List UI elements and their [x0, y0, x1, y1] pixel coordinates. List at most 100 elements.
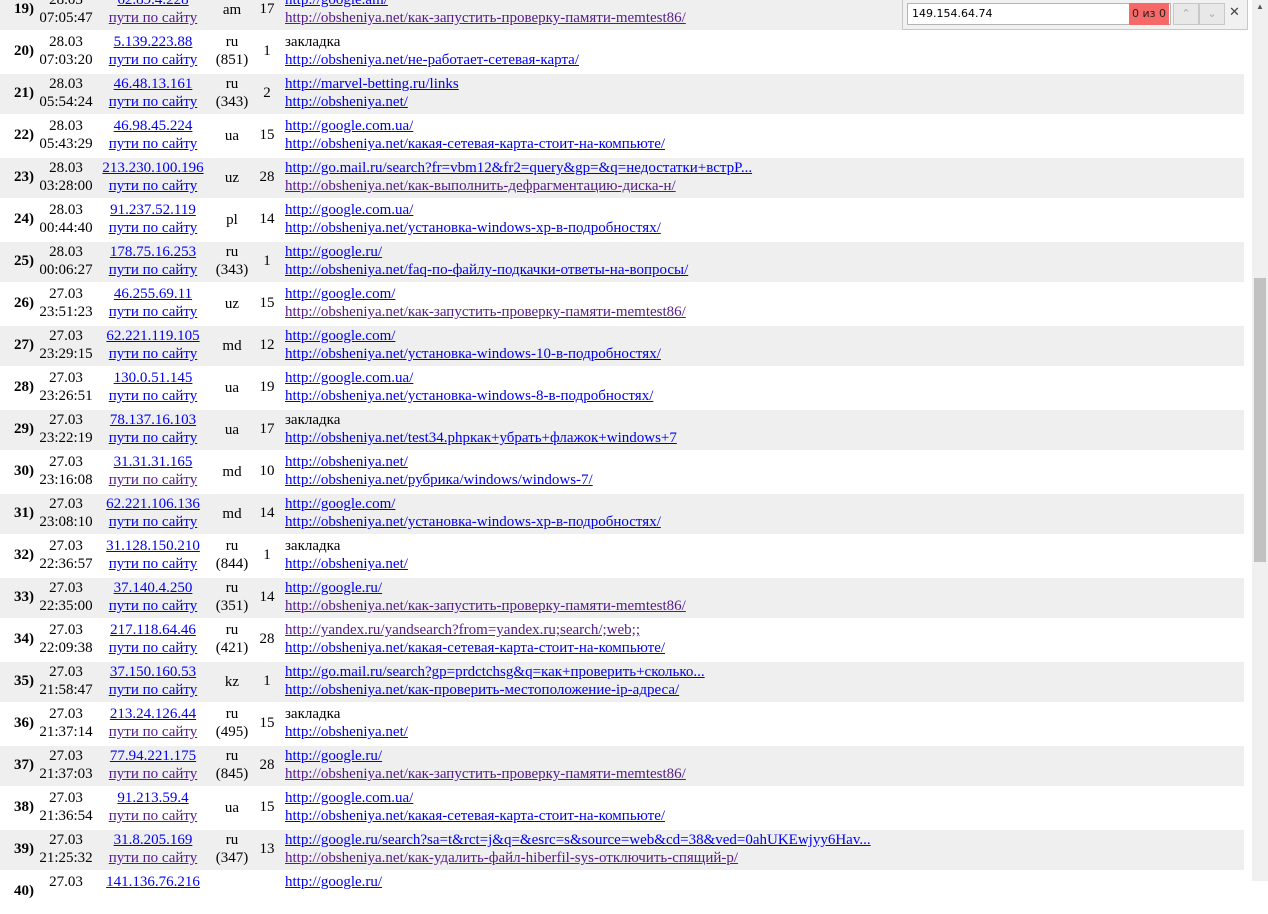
landing-page-link[interactable]: http://obsheniya.net/как-удалить-файл-hi…: [285, 849, 871, 867]
referrer-link[interactable]: http://google.com/: [285, 285, 686, 303]
site-paths-link[interactable]: пути по сайту: [96, 639, 210, 657]
referrer-link[interactable]: http://google.am/: [285, 0, 686, 9]
ip-link[interactable]: 178.75.16.253: [96, 243, 210, 261]
visit-datetime: 27.03 21:37:14: [36, 705, 96, 741]
referrer-link[interactable]: http://google.com/: [285, 327, 661, 345]
country-cell: ua: [212, 127, 252, 145]
ip-link[interactable]: 37.140.4.250: [96, 579, 210, 597]
landing-page-link[interactable]: http://obsheniya.net/установка-windows-1…: [285, 345, 661, 363]
site-paths-link[interactable]: пути по сайту: [96, 177, 210, 195]
ip-link[interactable]: 130.0.51.145: [96, 369, 210, 387]
landing-page-link[interactable]: http://obsheniya.net/: [285, 723, 408, 741]
site-paths-link[interactable]: пути по сайту: [96, 135, 210, 153]
ip-link[interactable]: 213.230.100.196: [96, 159, 210, 177]
landing-page-link[interactable]: http://obsheniya.net/какая-сетевая-карта…: [285, 639, 665, 657]
site-paths-link[interactable]: пути по сайту: [96, 9, 210, 27]
site-paths-link[interactable]: пути по сайту: [96, 387, 210, 405]
referrer-link[interactable]: http://google.com.ua/: [285, 789, 665, 807]
referrer-link[interactable]: http://google.ru/search?sa=t&rct=j&q=&es…: [285, 831, 871, 849]
referrer-link[interactable]: http://google.com/: [285, 495, 661, 513]
visit-time: 23:51:23: [39, 304, 93, 320]
site-paths-link[interactable]: пути по сайту: [96, 219, 210, 237]
referrer-link[interactable]: http://google.ru/: [285, 873, 382, 891]
scroll-up-arrow-icon[interactable]: ▲: [1256, 2, 1264, 11]
site-paths-link[interactable]: пути по сайту: [96, 345, 210, 363]
landing-page-link[interactable]: http://obsheniya.net/как-запустить-прове…: [285, 765, 686, 783]
ip-link[interactable]: 78.137.16.103: [96, 411, 210, 429]
referrer-link[interactable]: http://go.mail.ru/search?fr=vbm12&fr2=qu…: [285, 159, 752, 177]
country-code: ua: [224, 380, 240, 396]
ip-link[interactable]: 141.136.76.216: [96, 873, 210, 891]
vertical-scrollbar[interactable]: ▲: [1252, 0, 1268, 881]
site-paths-link[interactable]: пути по сайту: [96, 51, 210, 69]
ip-link[interactable]: 5.139.223.88: [96, 33, 210, 51]
ip-link[interactable]: 31.8.205.169: [96, 831, 210, 849]
ip-link[interactable]: 37.150.160.53: [96, 663, 210, 681]
ip-link[interactable]: 62.89.4.228: [96, 0, 210, 9]
site-paths-link[interactable]: пути по сайту: [96, 681, 210, 699]
visit-time: 23:26:51: [39, 388, 93, 404]
site-paths-link[interactable]: пути по сайту: [96, 849, 210, 867]
referrer-link[interactable]: http://google.com.ua/: [285, 117, 665, 135]
ip-link[interactable]: 213.24.126.44: [96, 705, 210, 723]
landing-page-link[interactable]: http://obsheniya.net/: [285, 555, 408, 573]
country-code: md: [222, 506, 242, 522]
landing-page-link[interactable]: http://obsheniya.net/как-проверить-место…: [285, 681, 705, 699]
ip-link[interactable]: 91.213.59.4: [96, 789, 210, 807]
landing-page-link[interactable]: http://obsheniya.net/как-выполнить-дефра…: [285, 177, 752, 195]
ip-link[interactable]: 77.94.221.175: [96, 747, 210, 765]
landing-page-link[interactable]: http://obsheniya.net/: [285, 93, 459, 111]
ip-link[interactable]: 31.31.31.165: [96, 453, 210, 471]
ip-link[interactable]: 31.128.150.210: [96, 537, 210, 555]
ip-link[interactable]: 46.255.69.11: [96, 285, 210, 303]
landing-page-link[interactable]: http://obsheniya.net/как-запустить-прове…: [285, 597, 686, 615]
referrer-link[interactable]: http://google.ru/: [285, 579, 686, 597]
landing-page-link[interactable]: http://obsheniya.net/как-запустить-прове…: [285, 9, 686, 27]
referrer-link[interactable]: http://marvel-betting.ru/links: [285, 75, 459, 93]
ip-cell: 130.0.51.145 пути по сайту: [96, 369, 210, 405]
site-paths-link[interactable]: пути по сайту: [96, 261, 210, 279]
site-paths-link[interactable]: пути по сайту: [96, 555, 210, 573]
visit-datetime: 27.03 22:35:00: [36, 579, 96, 615]
site-paths-link[interactable]: пути по сайту: [96, 513, 210, 531]
site-paths-link[interactable]: пути по сайту: [96, 807, 210, 825]
chevron-up-icon[interactable]: ⌃: [1173, 3, 1199, 25]
ip-cell: 78.137.16.103 пути по сайту: [96, 411, 210, 447]
ip-link[interactable]: 46.48.13.161: [96, 75, 210, 93]
visit-time: 22:35:00: [39, 598, 93, 614]
landing-page-link[interactable]: http://obsheniya.net/test34.phpкак+убрат…: [285, 429, 677, 447]
chevron-down-icon[interactable]: ⌄: [1199, 3, 1225, 25]
referrer-link[interactable]: http://google.com.ua/: [285, 369, 653, 387]
site-paths-link[interactable]: пути по сайту: [96, 429, 210, 447]
site-paths-link[interactable]: пути по сайту: [96, 303, 210, 321]
visit-date: 27.03: [49, 706, 83, 722]
ip-link[interactable]: 46.98.45.224: [96, 117, 210, 135]
site-paths-link[interactable]: пути по сайту: [96, 597, 210, 615]
referrer-link[interactable]: http://obsheniya.net/: [285, 453, 593, 471]
close-icon[interactable]: ✕: [1229, 5, 1240, 20]
landing-page-link[interactable]: http://obsheniya.net/рубрика/windows/win…: [285, 471, 593, 489]
site-paths-link[interactable]: пути по сайту: [96, 471, 210, 489]
landing-page-link[interactable]: http://obsheniya.net/какая-сетевая-карта…: [285, 135, 665, 153]
ip-link[interactable]: 217.118.64.46: [96, 621, 210, 639]
row-number: 19): [14, 1, 34, 17]
site-paths-link[interactable]: пути по сайту: [96, 93, 210, 111]
landing-page-link[interactable]: http://obsheniya.net/какая-сетевая-карта…: [285, 807, 665, 825]
ip-link[interactable]: 62.221.106.136: [96, 495, 210, 513]
referrer-link[interactable]: http://google.ru/: [285, 747, 686, 765]
referrer-link[interactable]: http://google.ru/: [285, 243, 688, 261]
scrollbar-thumb[interactable]: [1254, 278, 1266, 562]
ip-link[interactable]: 91.237.52.119: [96, 201, 210, 219]
landing-page-link[interactable]: http://obsheniya.net/как-запустить-прове…: [285, 303, 686, 321]
referrer-link[interactable]: http://yandex.ru/yandsearch?from=yandex.…: [285, 621, 665, 639]
referrer-link[interactable]: http://google.com.ua/: [285, 201, 661, 219]
site-paths-link[interactable]: пути по сайту: [96, 765, 210, 783]
landing-page-link[interactable]: http://obsheniya.net/не-работает-сетевая…: [285, 51, 579, 69]
landing-page-link[interactable]: http://obsheniya.net/установка-windows-x…: [285, 513, 661, 531]
landing-page-link[interactable]: http://obsheniya.net/установка-windows-x…: [285, 219, 661, 237]
landing-page-link[interactable]: http://obsheniya.net/установка-windows-8…: [285, 387, 653, 405]
referrer-link[interactable]: http://go.mail.ru/search?gp=prdctchsg&q=…: [285, 663, 705, 681]
ip-link[interactable]: 62.221.119.105: [96, 327, 210, 345]
site-paths-link[interactable]: пути по сайту: [96, 723, 210, 741]
landing-page-link[interactable]: http://obsheniya.net/faq-по-файлу-подкач…: [285, 261, 688, 279]
